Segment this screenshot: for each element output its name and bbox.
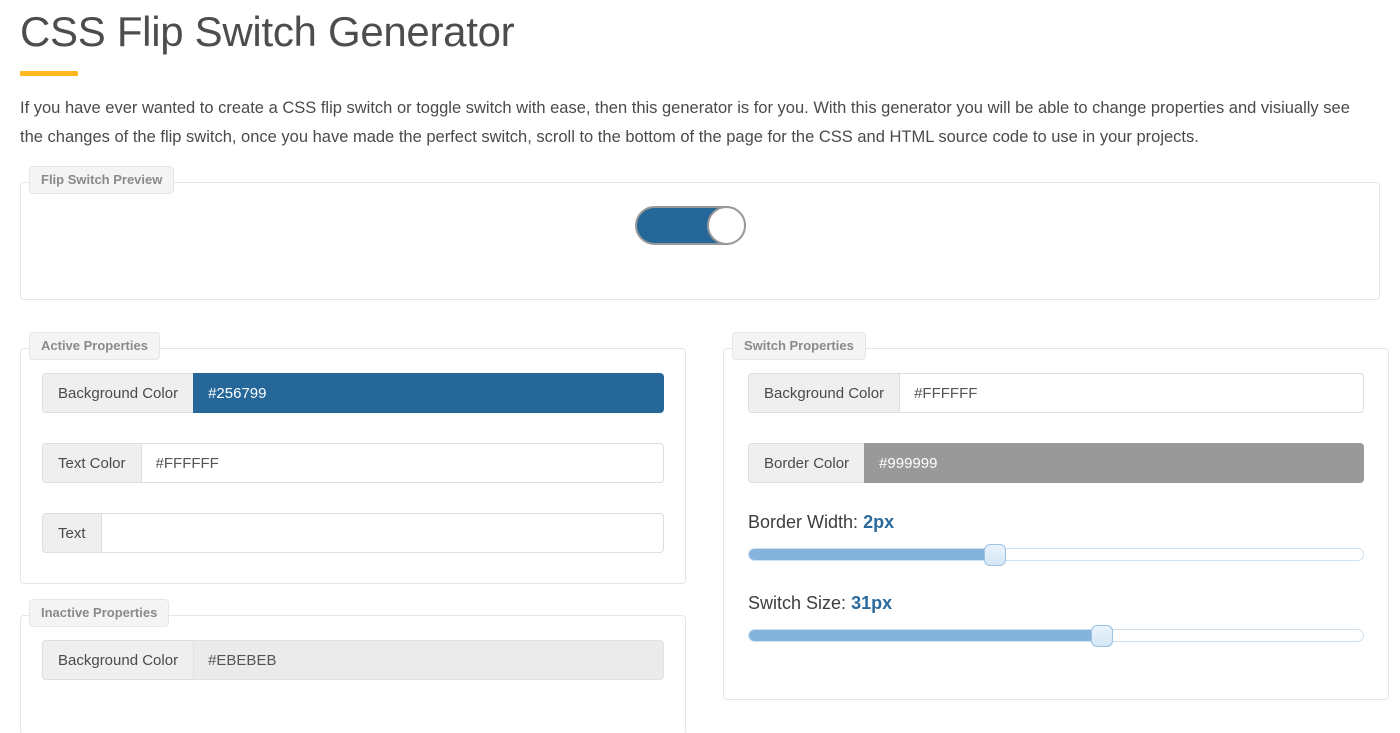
switch-size-label: Switch Size: 31px — [748, 594, 1364, 612]
inactive-properties-panel: Inactive Properties Background Color — [20, 615, 686, 733]
inactive-properties-legend: Inactive Properties — [29, 599, 169, 627]
switch-background-color-group: Background Color — [748, 373, 1364, 413]
border-width-label: Border Width: 2px — [748, 513, 1364, 531]
switch-background-color-label: Background Color — [748, 373, 899, 413]
flip-switch-knob[interactable] — [707, 206, 746, 245]
active-background-color-input[interactable] — [193, 373, 664, 413]
title-accent-rule — [20, 71, 78, 76]
switch-properties-legend: Switch Properties — [732, 332, 866, 360]
switch-size-value: 31px — [851, 593, 892, 613]
switch-border-color-label: Border Color — [748, 443, 864, 483]
page-root: CSS Flip Switch Generator If you have ev… — [0, 0, 1400, 733]
active-text-color-input[interactable] — [141, 443, 664, 483]
switch-size-slider-thumb[interactable] — [1091, 625, 1113, 647]
inactive-background-color-group: Background Color — [42, 640, 664, 680]
active-text-group: Text — [42, 513, 664, 553]
active-background-color-label: Background Color — [42, 373, 193, 413]
switch-size-slider-block: Switch Size: 31px — [748, 594, 1364, 642]
inactive-background-color-label: Background Color — [42, 640, 193, 680]
intro-paragraph: If you have ever wanted to create a CSS … — [20, 94, 1365, 151]
inactive-background-color-input[interactable] — [193, 640, 664, 680]
preview-panel-legend: Flip Switch Preview — [29, 166, 174, 194]
active-text-color-label: Text Color — [42, 443, 141, 483]
active-text-label: Text — [42, 513, 101, 553]
right-column: Switch Properties Background Color Borde… — [723, 348, 1389, 733]
page-title: CSS Flip Switch Generator — [20, 0, 1380, 56]
switch-size-slider-fill — [749, 630, 1102, 641]
left-column: Active Properties Background Color Text … — [20, 348, 686, 733]
active-text-input[interactable] — [101, 513, 664, 553]
properties-columns: Active Properties Background Color Text … — [20, 348, 1380, 733]
border-width-value: 2px — [863, 512, 894, 532]
switch-background-color-input[interactable] — [899, 373, 1364, 413]
border-width-slider-block: Border Width: 2px — [748, 513, 1364, 561]
active-text-color-group: Text Color — [42, 443, 664, 483]
flip-switch-wrapper — [635, 206, 746, 245]
active-properties-panel: Active Properties Background Color Text … — [20, 348, 686, 584]
active-background-color-group: Background Color — [42, 373, 664, 413]
border-width-slider-fill — [749, 549, 995, 560]
switch-properties-panel: Switch Properties Background Color Borde… — [723, 348, 1389, 700]
switch-border-color-input[interactable] — [864, 443, 1364, 483]
border-width-slider[interactable] — [748, 548, 1364, 561]
flip-switch-toggle[interactable] — [635, 206, 746, 245]
border-width-slider-thumb[interactable] — [984, 544, 1006, 566]
border-width-label-text: Border Width: — [748, 512, 858, 532]
active-properties-legend: Active Properties — [29, 332, 160, 360]
switch-size-label-text: Switch Size: — [748, 593, 846, 613]
flip-switch-preview-panel: Flip Switch Preview — [20, 182, 1380, 300]
switch-size-slider[interactable] — [748, 629, 1364, 642]
switch-border-color-group: Border Color — [748, 443, 1364, 483]
